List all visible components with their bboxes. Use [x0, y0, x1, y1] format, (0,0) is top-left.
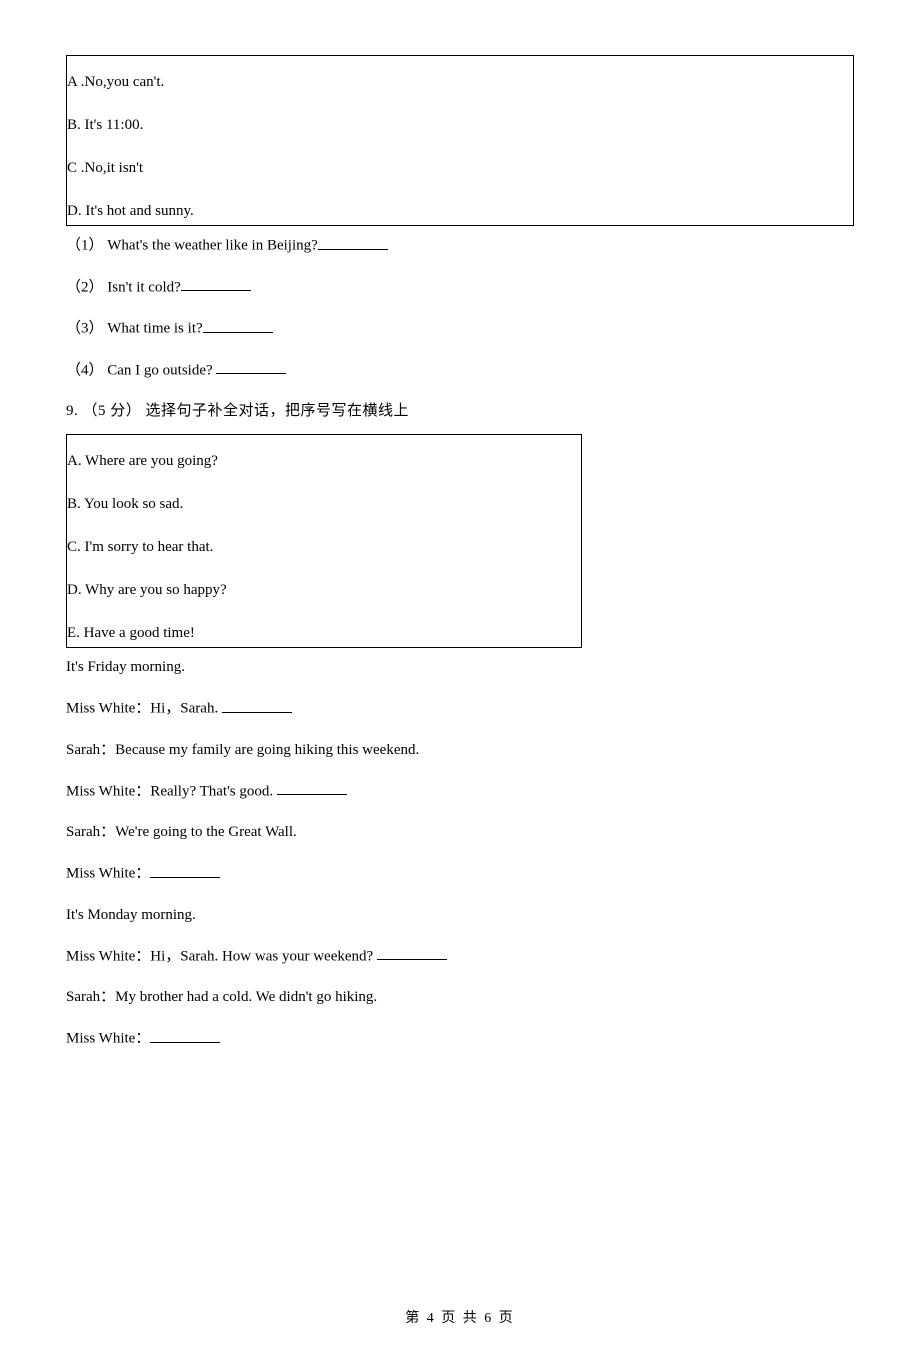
dialog-line: It's Monday morning.	[66, 895, 854, 936]
page: A .No,you can't. B. It's 11:00. C .No,it…	[0, 55, 920, 1357]
dialog-line: Miss White：Hi，Sarah. How was your weeken…	[66, 936, 854, 978]
option-c: C .No,it isn't	[67, 147, 853, 190]
dialog-line: Sarah：Because my family are going hiking…	[66, 730, 854, 771]
q9-option-b: B. You look so sad.	[67, 483, 581, 526]
answer-box-1: A .No,you can't. B. It's 11:00. C .No,it…	[66, 55, 854, 226]
q8-line1: （1） What's the weather like in Beijing?	[66, 226, 854, 267]
option-b: B. It's 11:00.	[67, 104, 853, 147]
blank[interactable]	[377, 946, 447, 961]
q8-text1: （1） What's the weather like in Beijing?	[66, 238, 318, 254]
q9-option-c: C. I'm sorry to hear that.	[67, 526, 581, 569]
dialog-line: Miss White：Really? That's good.	[66, 771, 854, 813]
dialog-text: Miss White：Hi，Sarah. How was your weeken…	[66, 948, 377, 964]
dialog-line: Miss White：Hi，Sarah.	[66, 688, 854, 730]
q8-line2: （2） Isn't it cold?	[66, 267, 854, 309]
blank[interactable]	[181, 277, 251, 292]
dialog-text: Miss White：Hi，Sarah.	[66, 701, 222, 717]
blank[interactable]	[150, 1028, 220, 1043]
answer-box-2: A. Where are you going? B. You look so s…	[66, 434, 582, 648]
blank[interactable]	[277, 781, 347, 796]
q9-prompt: 9. （5 分） 选择句子补全对话，把序号写在横线上	[66, 391, 854, 432]
option-d: D. It's hot and sunny.	[67, 190, 853, 222]
dialog-line: Sarah：We're going to the Great Wall.	[66, 812, 854, 853]
dialog-line: It's Friday morning.	[66, 648, 854, 688]
q8-text2: （2） Isn't it cold?	[66, 279, 181, 295]
q8-text4: （4） Can I go outside?	[66, 362, 216, 378]
option-a: A .No,you can't.	[67, 58, 853, 104]
blank[interactable]	[216, 360, 286, 375]
q9-option-a: A. Where are you going?	[67, 437, 581, 483]
q8-line3: （3） What time is it?	[66, 308, 854, 350]
q9-option-e: E. Have a good time!	[67, 612, 581, 644]
dialog-text: Miss White：Really? That's good.	[66, 783, 277, 799]
q9-option-d: D. Why are you so happy?	[67, 569, 581, 612]
blank[interactable]	[150, 863, 220, 878]
q8-text3: （3） What time is it?	[66, 321, 203, 337]
dialog-text: Miss White：	[66, 1031, 150, 1047]
q8-line4: （4） Can I go outside?	[66, 350, 854, 392]
dialog-line: Miss White：	[66, 853, 854, 895]
page-footer: 第 4 页 共 6 页	[0, 1309, 920, 1329]
blank[interactable]	[318, 235, 388, 250]
dialog-line: Miss White：	[66, 1018, 854, 1060]
dialog-line: Sarah：My brother had a cold. We didn't g…	[66, 977, 854, 1018]
blank[interactable]	[222, 698, 292, 713]
dialog-text: Miss White：	[66, 866, 150, 882]
blank[interactable]	[203, 318, 273, 333]
